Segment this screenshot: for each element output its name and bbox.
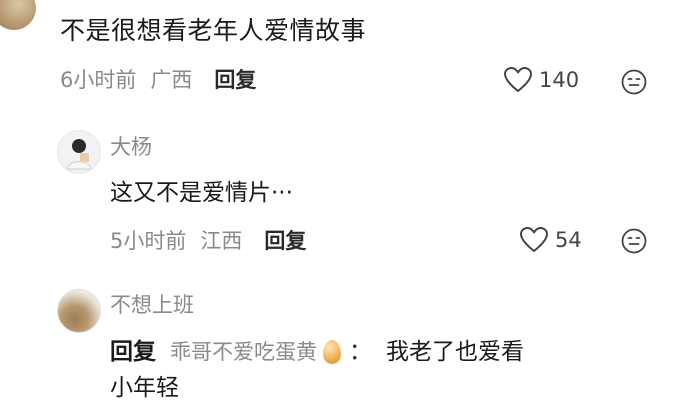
egg-emoji-icon	[323, 340, 341, 364]
avatar-figure-icon	[66, 139, 92, 170]
comment-like-count: 140	[539, 68, 580, 92]
comment-text: 不是很想看老年人爱情故事	[60, 16, 367, 45]
reply-like-button[interactable]: 54	[519, 225, 582, 255]
reply-username[interactable]: 大杨	[110, 132, 152, 162]
comment-time: 6小时前	[60, 68, 137, 92]
comment-like-button[interactable]: 140	[503, 65, 579, 95]
reply-username[interactable]: 不想上班	[110, 290, 194, 320]
emoji-face-icon[interactable]	[621, 228, 647, 254]
reply-text-line: 回复 乖哥不爱吃蛋黄 ： 我老了也爱看	[110, 334, 524, 370]
heart-outline-icon	[503, 66, 533, 94]
comment-location: 广西	[150, 68, 193, 92]
reply-colon: ：	[349, 339, 372, 365]
reply-meta: 5小时前 江西 回复	[110, 226, 306, 256]
emoji-face-icon[interactable]	[621, 69, 647, 95]
reply-avatar[interactable]	[57, 130, 101, 174]
reply-tag: 回复	[110, 339, 156, 365]
reply-reply-button[interactable]: 回复	[264, 226, 306, 256]
reply-target-username[interactable]: 乖哥不爱吃蛋黄	[170, 334, 317, 370]
comment-meta: 6小时前 广西 回复	[60, 65, 256, 95]
heart-outline-icon	[519, 226, 549, 254]
comment-avatar[interactable]	[0, 0, 36, 30]
reply-text: 这又不是爱情片···	[110, 180, 293, 206]
reply-location: 江西	[200, 229, 243, 253]
reply-text-continued: 小年轻	[110, 375, 179, 401]
reply-time: 5小时前	[110, 229, 187, 253]
reply-like-count: 54	[555, 228, 582, 252]
reply-avatar[interactable]	[57, 289, 101, 333]
comment-reply-button[interactable]: 回复	[214, 65, 256, 95]
reply-text: 我老了也爱看	[386, 339, 524, 365]
